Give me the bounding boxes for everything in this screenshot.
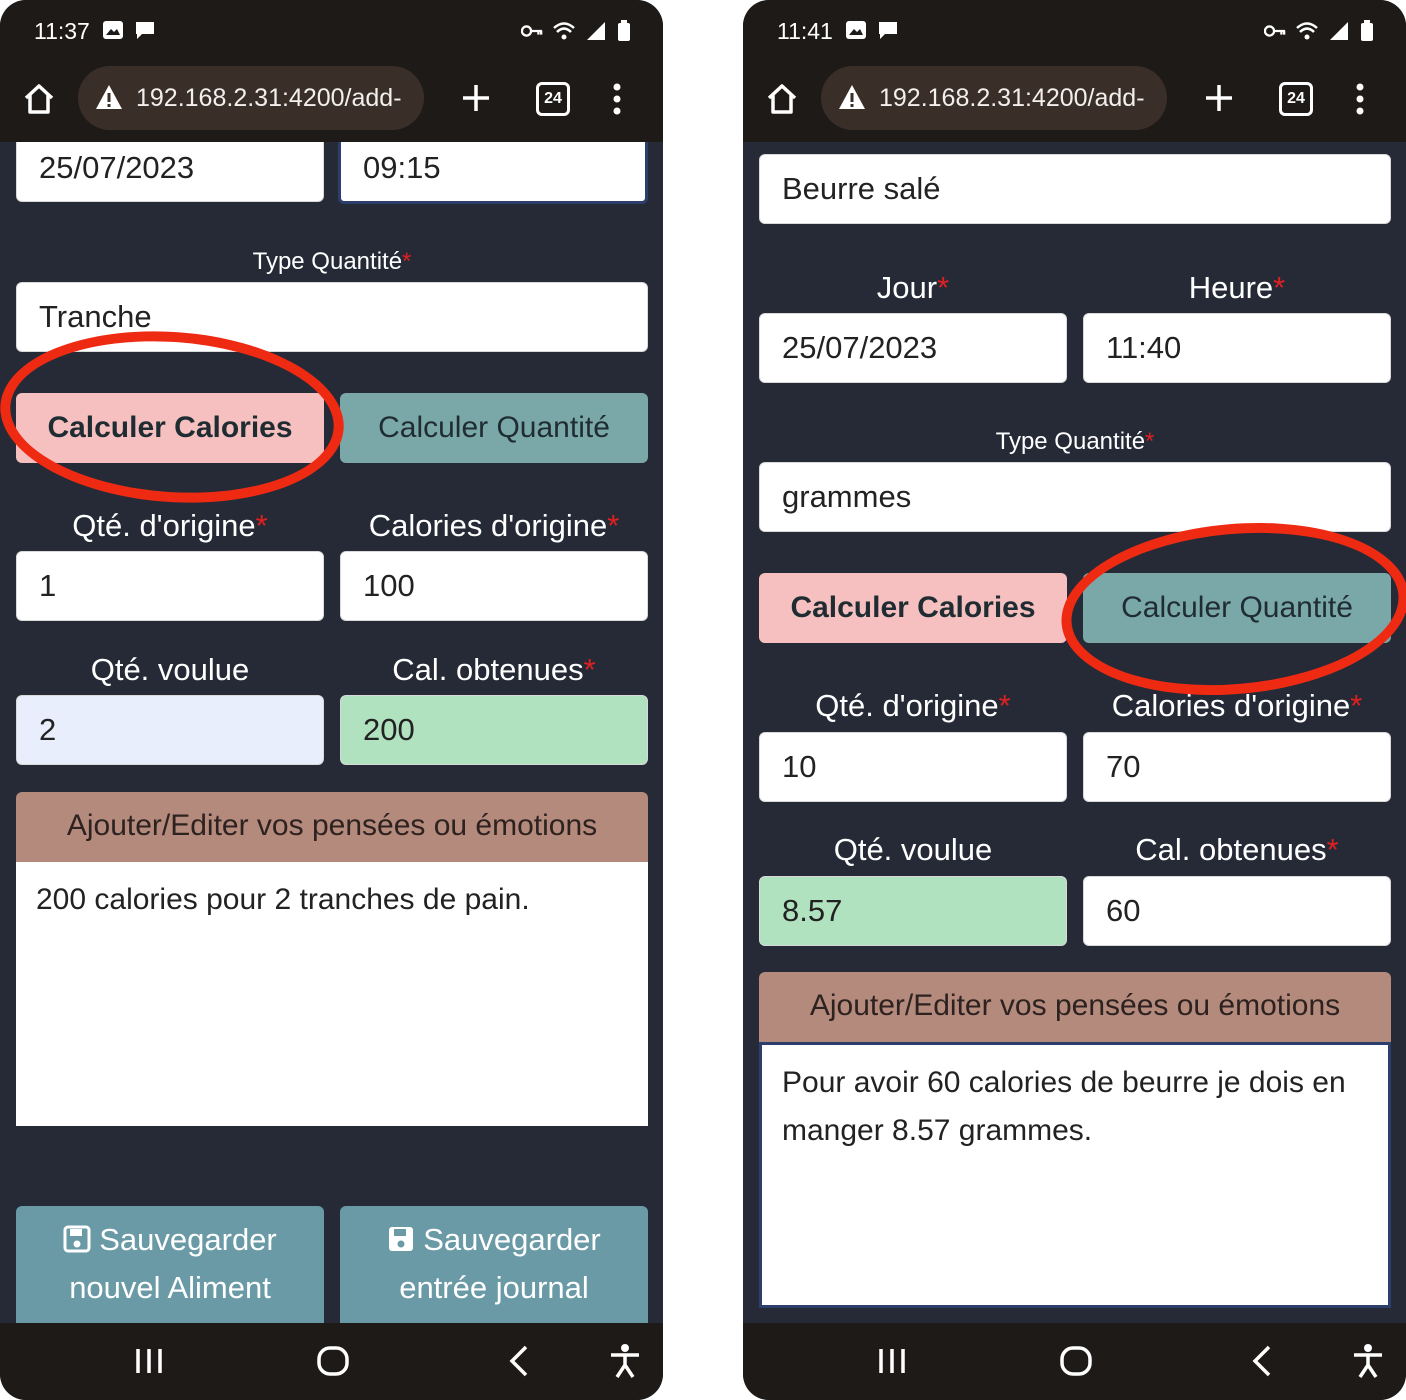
url-text: 192.168.2.31:4200/add- (879, 84, 1145, 112)
battery-icon (617, 20, 631, 42)
home-icon[interactable] (765, 82, 799, 116)
system-nav-bar (743, 1323, 1406, 1400)
home-icon[interactable] (22, 82, 56, 116)
status-bar: 11:37 (0, 0, 663, 62)
status-bar: 11:41 (743, 0, 1406, 62)
qte-voulue-label: Qté. voulue (16, 652, 324, 688)
qte-origine-label: Qté. d'origine* (16, 508, 324, 544)
qte-origine-field[interactable]: 10 (759, 732, 1067, 802)
new-tab-icon[interactable] (460, 82, 492, 114)
tab-count: 24 (544, 90, 562, 107)
date-field[interactable]: 25/07/2023 (16, 142, 324, 202)
url-text: 192.168.2.31:4200/add- (136, 84, 402, 112)
key-icon (1264, 21, 1286, 41)
cal-obtenues-field[interactable]: 60 (1083, 876, 1391, 946)
date-field[interactable]: 25/07/2023 (759, 313, 1067, 383)
address-bar[interactable]: 192.168.2.31:4200/add- (78, 66, 424, 130)
phone-screen-left: 11:37 192.168.2.31:4200/add- 24 25/07/20… (0, 0, 663, 1400)
back-icon[interactable] (1245, 1343, 1279, 1379)
overflow-menu-icon[interactable] (1349, 82, 1371, 116)
system-nav-bar (0, 1323, 663, 1400)
save-new-aliment-button[interactable]: Sauvegarder nouvel Aliment (16, 1206, 324, 1323)
wifi-icon (1296, 21, 1318, 41)
status-time: 11:37 (34, 18, 90, 45)
calories-origine-label: Calories d'origine* (340, 508, 648, 544)
calculate-calories-button[interactable]: Calculer Calories (16, 393, 324, 463)
warning-icon (837, 83, 867, 111)
message-icon (134, 20, 156, 40)
form-content: Beurre salé Jour* Heure* 25/07/2023 11:4… (743, 142, 1406, 1323)
heure-label: Heure* (1083, 270, 1391, 306)
calculate-quantity-button[interactable]: Calculer Quantité (340, 393, 648, 463)
calculate-quantity-button[interactable]: Calculer Quantité (1083, 573, 1391, 643)
notes-textarea[interactable]: Pour avoir 60 calories de beurre je dois… (759, 1042, 1391, 1308)
status-time: 11:41 (777, 18, 833, 45)
calories-origine-field[interactable]: 100 (340, 551, 648, 621)
form-content: 25/07/2023 09:15 Type Quantité* Tranche … (0, 142, 663, 1323)
save-icon (387, 1225, 415, 1253)
address-bar[interactable]: 192.168.2.31:4200/add- (821, 66, 1167, 130)
cal-obtenues-field[interactable]: 200 (340, 695, 648, 765)
key-icon (521, 21, 543, 41)
calories-origine-field[interactable]: 70 (1083, 732, 1391, 802)
save-journal-entry-button[interactable]: Sauvegarder entrée journal (340, 1206, 648, 1323)
notes-header: Ajouter/Editer vos pensées ou émotions (759, 972, 1391, 1042)
type-quantite-field[interactable]: Tranche (16, 282, 648, 352)
gallery-icon (845, 20, 867, 40)
qte-voulue-label: Qté. voulue (759, 832, 1067, 868)
signal-icon (585, 21, 607, 41)
type-quantite-field[interactable]: grammes (759, 462, 1391, 532)
browser-toolbar: 192.168.2.31:4200/add- 24 (743, 62, 1406, 142)
signal-icon (1328, 21, 1350, 41)
time-field[interactable]: 11:40 (1083, 313, 1391, 383)
qte-origine-label: Qté. d'origine* (759, 688, 1067, 724)
type-quantite-label: Type Quantité* (759, 428, 1391, 456)
tab-switcher-button[interactable]: 24 (1279, 82, 1313, 116)
browser-toolbar: 192.168.2.31:4200/add- 24 (0, 62, 663, 142)
calculate-calories-button[interactable]: Calculer Calories (759, 573, 1067, 643)
recent-apps-icon[interactable] (875, 1343, 909, 1379)
jour-label: Jour* (759, 270, 1067, 306)
home-nav-icon[interactable] (316, 1343, 350, 1379)
home-nav-icon[interactable] (1059, 1343, 1093, 1379)
cal-obtenues-label: Cal. obtenues* (1083, 832, 1391, 868)
time-field[interactable]: 09:15 (338, 142, 648, 204)
warning-icon (94, 83, 124, 111)
tab-switcher-button[interactable]: 24 (536, 82, 570, 116)
calories-origine-label: Calories d'origine* (1083, 688, 1391, 724)
wifi-icon (553, 21, 575, 41)
save-outline-icon (63, 1225, 91, 1253)
notes-textarea[interactable]: 200 calories pour 2 tranches de pain. (16, 862, 648, 1126)
accessibility-icon[interactable] (1351, 1343, 1385, 1379)
qte-voulue-field[interactable]: 2 (16, 695, 324, 765)
gallery-icon (102, 20, 124, 40)
cal-obtenues-label: Cal. obtenues* (340, 652, 648, 688)
recent-apps-icon[interactable] (132, 1343, 166, 1379)
aliment-name-field[interactable]: Beurre salé (759, 154, 1391, 224)
accessibility-icon[interactable] (608, 1343, 642, 1379)
battery-icon (1360, 20, 1374, 42)
qte-origine-field[interactable]: 1 (16, 551, 324, 621)
message-icon (877, 20, 899, 40)
new-tab-icon[interactable] (1203, 82, 1235, 114)
back-icon[interactable] (502, 1343, 536, 1379)
phone-screen-right: 11:41 192.168.2.31:4200/add- 24 Beurre s… (743, 0, 1406, 1400)
tab-count: 24 (1287, 90, 1305, 107)
qte-voulue-field[interactable]: 8.57 (759, 876, 1067, 946)
notes-header: Ajouter/Editer vos pensées ou émotions (16, 792, 648, 862)
type-quantite-label: Type Quantité* (16, 248, 648, 276)
overflow-menu-icon[interactable] (606, 82, 628, 116)
